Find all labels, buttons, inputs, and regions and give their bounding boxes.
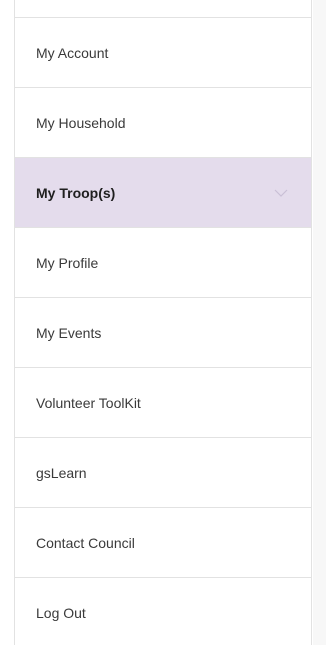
menu-item-label: gsLearn	[36, 464, 87, 481]
menu-item-label: My Household	[36, 114, 126, 131]
account-menu: My Account My Household My Troop(s) My P…	[14, 0, 312, 645]
menu-item-my-household[interactable]: My Household	[15, 88, 311, 158]
page: My Account My Household My Troop(s) My P…	[0, 0, 326, 645]
chevron-down-icon[interactable]	[273, 188, 289, 198]
menu-item-label: My Account	[36, 44, 109, 61]
menu-item-label: My Profile	[36, 254, 99, 271]
menu-item-my-account[interactable]: My Account	[15, 18, 311, 88]
menu-item-volunteer-toolkit[interactable]: Volunteer ToolKit	[15, 368, 311, 438]
menu-item-my-profile[interactable]: My Profile	[15, 228, 311, 298]
menu-item-label: Contact Council	[36, 534, 135, 551]
page-edge	[313, 0, 326, 645]
menu-item-contact-council[interactable]: Contact Council	[15, 508, 311, 578]
menu-item-log-out[interactable]: Log Out	[15, 578, 311, 645]
menu-top-divider	[15, 0, 311, 18]
menu-item-label: Log Out	[36, 605, 86, 621]
menu-item-my-events[interactable]: My Events	[15, 298, 311, 368]
menu-item-label: My Events	[36, 324, 102, 341]
menu-item-gslearn[interactable]: gsLearn	[15, 438, 311, 508]
menu-item-label: Volunteer ToolKit	[36, 394, 141, 411]
menu-item-my-troops[interactable]: My Troop(s)	[15, 158, 311, 228]
menu-item-label: My Troop(s)	[36, 184, 116, 201]
